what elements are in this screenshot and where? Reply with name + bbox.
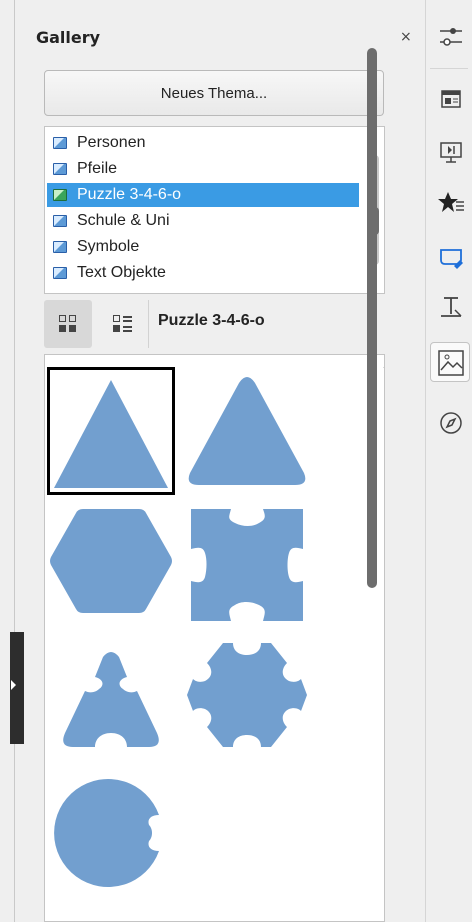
slide-transition-icon[interactable] [436, 136, 466, 166]
sidebar-tabbar [426, 0, 472, 922]
shapes-icon[interactable] [436, 292, 466, 322]
tabbar-separator [430, 68, 468, 69]
theme-label: Symbole [77, 238, 140, 255]
gallery-panel: Gallery × Neues Thema... Personen Pfeile… [24, 8, 420, 922]
properties-icon[interactable] [436, 22, 466, 52]
theme-list-item[interactable]: Symbole [47, 235, 359, 259]
detail-view-button[interactable] [98, 300, 146, 348]
theme-list-item-selected[interactable]: Puzzle 3-4-6-o [47, 183, 359, 207]
gallery-item-puzzle-square[interactable] [183, 501, 311, 629]
gallery-item-hexagon[interactable] [47, 501, 175, 629]
sidebar-collapse-handle[interactable] [10, 632, 24, 744]
puzzle-square-shape-icon [191, 509, 303, 621]
theme-list-item[interactable]: Personen [47, 131, 359, 155]
gallery-item-grid[interactable]: ⌃ [44, 354, 385, 922]
theme-label: Pfeile [77, 160, 118, 177]
panel-title: Gallery [36, 28, 101, 47]
puzzle-triangle-shape-icon [63, 652, 159, 747]
animation-icon[interactable] [436, 188, 466, 218]
theme-icon [53, 137, 67, 149]
current-theme-label: Puzzle 3-4-6-o [158, 312, 265, 329]
gallery-item-puzzle-circle[interactable] [47, 769, 175, 897]
theme-icon [53, 267, 67, 279]
collapse-arrow-icon [11, 680, 16, 690]
hexagon-shape-icon [50, 509, 172, 613]
gallery-scroll-up-icon[interactable]: ⌃ [381, 363, 384, 377]
gallery-item-triangle-sharp[interactable] [47, 367, 175, 495]
theme-list[interactable]: Personen Pfeile Puzzle 3-4-6-o Schule & … [44, 126, 385, 294]
new-theme-button[interactable]: Neues Thema... [44, 70, 384, 116]
puzzle-circle-shape-icon [54, 779, 159, 887]
gallery-scrollbar-thumb[interactable] [367, 48, 377, 588]
detail-view-icon [113, 315, 133, 333]
theme-icon [53, 163, 67, 175]
theme-icon [53, 189, 67, 201]
close-icon[interactable]: × [400, 29, 412, 45]
gallery-icon[interactable] [430, 342, 470, 382]
left-edge-divider [14, 0, 15, 922]
theme-list-item[interactable]: Schule & Uni [47, 209, 359, 233]
theme-icon [53, 241, 67, 253]
master-slides-icon[interactable] [436, 242, 466, 272]
styles-icon[interactable] [436, 84, 466, 114]
navigator-icon[interactable] [436, 408, 466, 438]
gallery-item-puzzle-triangle[interactable] [47, 635, 175, 763]
theme-icon [53, 215, 67, 227]
icon-view-icon [59, 315, 77, 333]
view-divider [148, 300, 149, 348]
theme-label: Schule & Uni [77, 212, 170, 229]
rounded-triangle-shape-icon [188, 377, 306, 485]
icon-view-button[interactable] [44, 300, 92, 348]
theme-list-item[interactable]: Text Objekte [47, 261, 359, 285]
gallery-item-triangle-rounded[interactable] [183, 367, 311, 495]
theme-label: Text Objekte [77, 264, 166, 281]
triangle-shape-icon [54, 380, 168, 488]
gallery-item-puzzle-hexagon[interactable] [183, 635, 311, 763]
theme-label: Personen [77, 134, 146, 151]
left-edge-strip [0, 0, 14, 922]
puzzle-hexagon-shape-icon [187, 643, 307, 747]
theme-label: Puzzle 3-4-6-o [77, 186, 182, 203]
theme-list-item[interactable]: Pfeile [47, 157, 359, 181]
